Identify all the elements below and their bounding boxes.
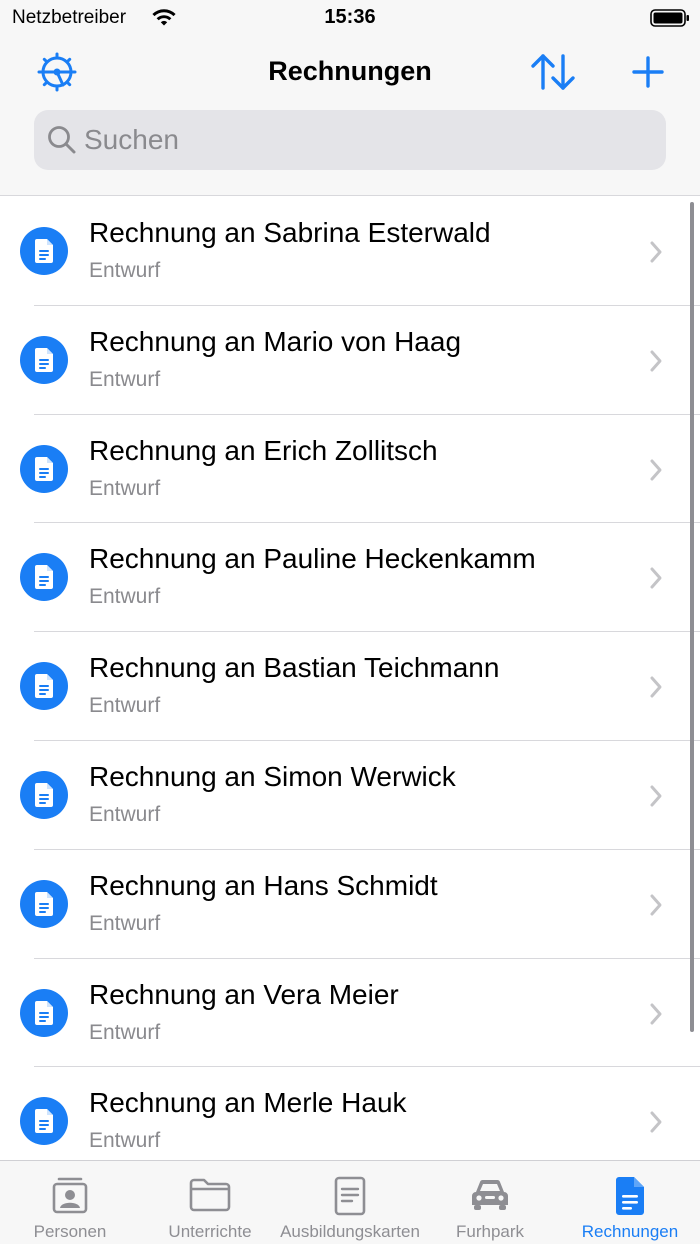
- invoice-status: Entwurf: [89, 1020, 161, 1044]
- add-invoice-button[interactable]: [626, 50, 670, 94]
- chevron-right-icon: [650, 676, 662, 698]
- chevron-right-icon: [650, 567, 662, 589]
- plus-icon: [632, 56, 664, 88]
- search-icon: [48, 126, 76, 154]
- tab-label: Unterrichte: [168, 1222, 252, 1241]
- person-card-icon: [52, 1177, 88, 1214]
- chevron-right-icon: [650, 350, 662, 372]
- invoice-document-icon: [20, 879, 68, 928]
- chevron-right-icon: [650, 459, 662, 481]
- invoice-document-icon: [20, 227, 68, 275]
- invoice-title: Rechnung an Merle Hauk: [89, 1087, 407, 1119]
- invoice-document-icon: [20, 988, 68, 1037]
- chevron-right-icon: [650, 785, 662, 807]
- battery-icon: [650, 9, 689, 27]
- tab-label: Rechnungen: [581, 1222, 679, 1241]
- document-icon: [334, 1176, 366, 1216]
- invoice-row[interactable]: Rechnung an Hans Schmidt Entwurf: [0, 850, 700, 959]
- tab-ausbildungskarten[interactable]: Ausbildungskarten: [280, 1161, 420, 1244]
- sort-arrows-icon: [531, 54, 575, 90]
- invoice-status: Entwurf: [89, 585, 161, 609]
- invoice-row[interactable]: Rechnung an Pauline Heckenkamm Entwurf: [0, 523, 700, 633]
- invoice-document-icon: [20, 553, 68, 602]
- invoice-title: Rechnung an Hans Schmidt: [89, 869, 438, 901]
- document-filled-icon: [616, 1177, 644, 1215]
- navigation-header: Rechnungen: [0, 36, 700, 196]
- search-field[interactable]: [34, 110, 666, 170]
- invoice-title: Rechnung an Bastian Teichmann: [89, 652, 500, 684]
- invoice-title: Rechnung an Erich Zollitsch: [89, 434, 438, 466]
- invoice-document-icon: [20, 1097, 68, 1146]
- invoice-row[interactable]: Rechnung an Merle Hauk Entwurf: [0, 1067, 700, 1160]
- status-bar: Netzbetreiber 15:36: [0, 0, 700, 36]
- chevron-right-icon: [650, 1003, 662, 1025]
- invoice-document-icon: [20, 770, 68, 819]
- invoice-list[interactable]: Rechnung an Sabrina Esterwald Entwurf Re…: [0, 197, 700, 1160]
- tab-furhpark[interactable]: Furhpark: [420, 1161, 560, 1244]
- tab-bar: Personen Unterrichte Ausbildungskarten F…: [0, 1160, 700, 1244]
- status-time: 15:36: [324, 6, 376, 28]
- scrollbar[interactable]: [690, 202, 694, 1032]
- invoice-status: Entwurf: [89, 476, 161, 500]
- invoice-row[interactable]: Rechnung an Simon Werwick Entwurf: [0, 741, 700, 850]
- tab-label: Furhpark: [455, 1222, 525, 1241]
- invoice-title: Rechnung an Vera Meier: [89, 978, 399, 1010]
- invoice-row[interactable]: Rechnung an Mario von Haag Entwurf: [0, 306, 700, 415]
- search-input[interactable]: [84, 110, 654, 170]
- invoice-title: Rechnung an Mario von Haag: [89, 325, 462, 357]
- invoice-status: Entwurf: [89, 259, 161, 282]
- invoice-status: Entwurf: [89, 1129, 161, 1153]
- chevron-right-icon: [650, 241, 662, 263]
- car-icon: [472, 1179, 508, 1210]
- invoice-row[interactable]: Rechnung an Bastian Teichmann Entwurf: [0, 632, 700, 741]
- chevron-right-icon: [650, 1111, 662, 1133]
- invoice-status: Entwurf: [89, 694, 161, 718]
- tab-unterrichte[interactable]: Unterrichte: [140, 1161, 280, 1244]
- invoice-row[interactable]: Rechnung an Erich Zollitsch Entwurf: [0, 415, 700, 524]
- invoice-status: Entwurf: [89, 367, 161, 391]
- settings-button[interactable]: [35, 50, 79, 94]
- folder-icon: [189, 1178, 231, 1212]
- invoice-status: Entwurf: [89, 911, 161, 935]
- invoice-title: Rechnung an Simon Werwick: [89, 760, 456, 792]
- page-title: Rechnungen: [268, 56, 432, 86]
- invoice-row[interactable]: Rechnung an Vera Meier Entwurf: [0, 959, 700, 1068]
- sort-button[interactable]: [528, 50, 578, 94]
- invoice-document-icon: [20, 662, 68, 711]
- tab-rechnungen[interactable]: Rechnungen: [560, 1161, 700, 1244]
- tab-personen[interactable]: Personen: [0, 1161, 140, 1244]
- tab-label: Ausbildungskarten: [280, 1222, 420, 1241]
- invoice-document-icon: [20, 335, 68, 384]
- invoice-title: Rechnung an Pauline Heckenkamm: [89, 543, 536, 575]
- invoice-status: Entwurf: [89, 802, 161, 826]
- chevron-right-icon: [650, 894, 662, 916]
- invoice-title: Rechnung an Sabrina Esterwald: [89, 217, 491, 248]
- tab-label: Personen: [33, 1222, 107, 1241]
- steering-wheel-icon: [37, 52, 77, 92]
- invoice-document-icon: [20, 444, 68, 493]
- invoice-row[interactable]: Rechnung an Sabrina Esterwald Entwurf: [0, 197, 700, 306]
